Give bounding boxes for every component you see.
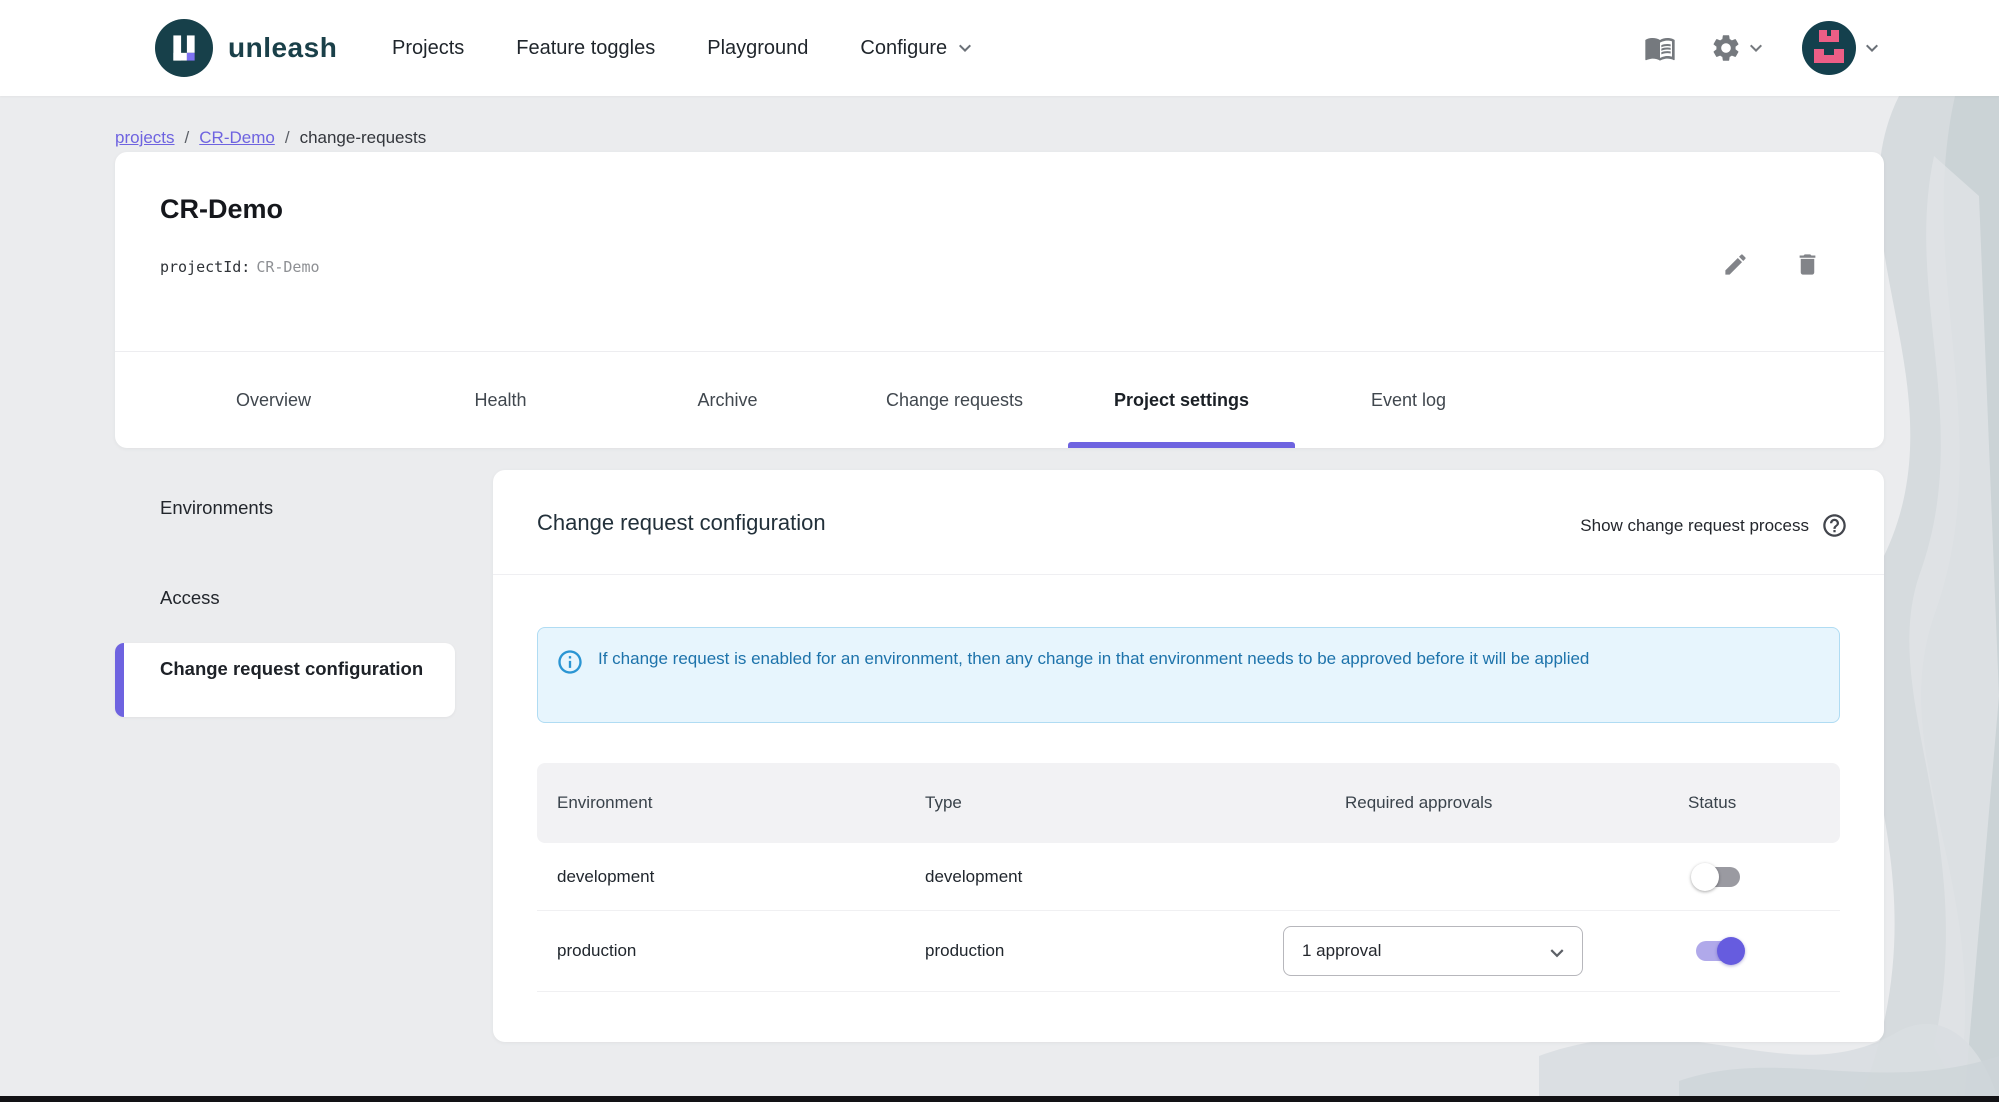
info-alert-text: If change request is enabled for an envi… xyxy=(598,649,1590,668)
tab-change-requests[interactable]: Change requests xyxy=(841,352,1068,448)
environment-cell: production xyxy=(557,941,637,960)
documentation-book-icon[interactable] xyxy=(1644,32,1676,64)
active-item-indicator xyxy=(115,643,124,717)
change-request-toggle-production[interactable] xyxy=(1689,933,1747,969)
type-cell: production xyxy=(925,941,1005,960)
breadcrumb-project-link[interactable]: CR-Demo xyxy=(199,128,275,148)
breadcrumb-projects-link[interactable]: projects xyxy=(115,128,175,148)
toggle-thumb xyxy=(1691,862,1719,891)
settings-gear-button[interactable] xyxy=(1710,32,1768,64)
primary-nav: Projects Feature toggles Playground Conf… xyxy=(392,0,977,96)
sidebar-item-environments[interactable]: Environments xyxy=(115,482,455,534)
edit-project-button[interactable] xyxy=(1713,242,1757,286)
table-row-production: production production 1 approval xyxy=(537,911,1840,991)
change-request-configuration-panel: Change request configuration Show change… xyxy=(493,470,1884,1042)
show-change-request-process-button[interactable]: Show change request process xyxy=(1580,512,1848,539)
table-row-development: development development xyxy=(537,843,1840,910)
pencil-icon xyxy=(1724,253,1746,275)
tab-health[interactable]: Health xyxy=(387,352,614,448)
chevron-down-icon xyxy=(1866,44,1878,52)
tab-project-settings[interactable]: Project settings xyxy=(1068,352,1295,448)
info-icon xyxy=(556,648,584,722)
environments-table: Environment Type Required approvals Stat… xyxy=(537,763,1840,992)
nav-item-projects[interactable]: Projects xyxy=(392,37,464,60)
toggle-thumb xyxy=(1717,937,1745,965)
environment-cell: development xyxy=(557,866,655,886)
required-approvals-select[interactable]: 1 approval xyxy=(1283,926,1583,976)
divider xyxy=(493,574,1884,575)
tab-event-log[interactable]: Event log xyxy=(1295,352,1522,448)
bottom-edge-bar xyxy=(0,1096,1999,1102)
panel-title: Change request configuration xyxy=(537,510,826,535)
sidebar-item-access[interactable]: Access xyxy=(115,572,455,624)
change-request-toggle-development[interactable] xyxy=(1689,859,1747,895)
project-tabs: Overview Health Archive Change requests … xyxy=(160,352,1522,448)
sidebar-item-label: Change request configuration xyxy=(160,658,424,679)
divider xyxy=(537,991,1840,992)
page-title: CR-Demo xyxy=(160,194,284,224)
breadcrumb-separator: / xyxy=(284,128,290,147)
help-icon xyxy=(1823,514,1846,537)
type-cell: development xyxy=(925,866,1023,886)
project-id-value: CR-Demo xyxy=(256,258,320,276)
nav-item-configure[interactable]: Configure xyxy=(860,36,977,60)
table-header-row: Environment Type Required approvals Stat… xyxy=(537,763,1840,843)
column-header-required-approvals: Required approvals xyxy=(1345,793,1493,812)
user-menu-button[interactable] xyxy=(1802,21,1884,75)
project-id-label: projectId: xyxy=(160,258,251,276)
topnav-right-controls xyxy=(1644,0,1884,96)
trash-icon xyxy=(1799,253,1815,275)
nav-item-feature-toggles[interactable]: Feature toggles xyxy=(516,37,655,60)
project-actions xyxy=(1713,242,1829,286)
column-header-environment: Environment xyxy=(557,793,653,812)
column-header-status: Status xyxy=(1688,793,1737,812)
project-id: projectId: CR-Demo xyxy=(160,258,320,276)
tab-overview[interactable]: Overview xyxy=(160,352,387,448)
chevron-down-icon xyxy=(959,44,972,52)
info-alert: If change request is enabled for an envi… xyxy=(537,627,1840,723)
tab-archive[interactable]: Archive xyxy=(614,352,841,448)
avatar xyxy=(1802,21,1856,75)
sidebar-item-change-request-configuration[interactable]: Change request configuration xyxy=(115,643,455,717)
active-tab-indicator xyxy=(1068,442,1295,448)
top-navigation-bar: unleash Projects Feature toggles Playgro… xyxy=(0,0,1999,96)
breadcrumb: projects / CR-Demo / change-requests xyxy=(115,128,426,148)
brand-name[interactable]: unleash xyxy=(228,0,337,96)
chevron-down-icon xyxy=(1550,949,1564,958)
breadcrumb-separator: / xyxy=(184,128,190,147)
project-header-card: CR-Demo projectId: CR-Demo Overview Healt… xyxy=(115,152,1884,448)
nav-item-playground[interactable]: Playground xyxy=(707,37,808,60)
breadcrumb-current: change-requests xyxy=(299,128,427,147)
chevron-down-icon xyxy=(1750,44,1762,52)
gear-icon xyxy=(1713,35,1739,61)
column-header-type: Type xyxy=(925,793,962,812)
unleash-logo-icon[interactable] xyxy=(155,19,213,77)
delete-project-button[interactable] xyxy=(1785,242,1829,286)
